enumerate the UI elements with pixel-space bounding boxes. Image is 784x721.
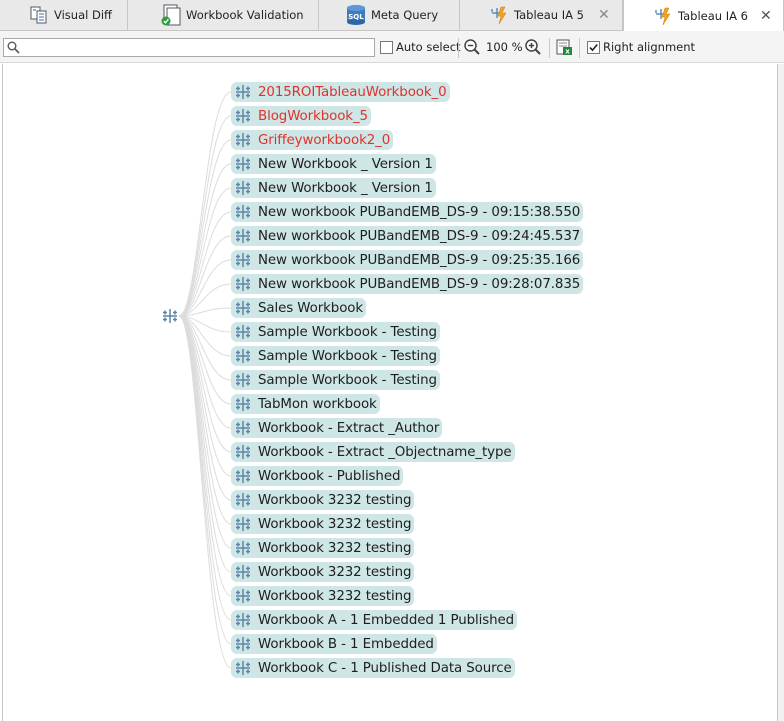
workbook-node-label: Workbook B - 1 Embedded xyxy=(258,636,434,652)
workbook-node-label: Workbook C - 1 Published Data Source xyxy=(258,660,512,676)
workbook-node[interactable]: Workbook 3232 testing xyxy=(231,490,415,510)
workbook-node[interactable]: Sample Workbook - Testing xyxy=(231,322,440,342)
workbook-node-label: 2015ROITableauWorkbook_0 xyxy=(258,84,447,100)
tableau-node-icon xyxy=(234,83,252,101)
workbook-node[interactable]: Sample Workbook - Testing xyxy=(231,346,440,366)
workbook-node-label: New Workbook _ Version 1 xyxy=(258,156,433,172)
workbook-node-label: Sample Workbook - Testing xyxy=(258,324,437,340)
workbook-node[interactable]: New Workbook _ Version 1 xyxy=(231,154,436,174)
workbook-node[interactable]: Workbook 3232 testing xyxy=(231,538,415,558)
tableau-node-icon xyxy=(234,491,252,509)
workbook-node-label: Workbook 3232 testing xyxy=(258,540,412,556)
workbook-node[interactable]: New workbook PUBandEMB_DS-9 - 09:25:35.1… xyxy=(231,250,584,270)
tableau-node-icon xyxy=(234,347,252,365)
tableau-node-icon xyxy=(234,299,252,317)
workbook-node[interactable]: New workbook PUBandEMB_DS-9 - 09:24:45.5… xyxy=(231,226,584,246)
workbook-node[interactable]: New Workbook _ Version 1 xyxy=(231,178,436,198)
workbook-node[interactable]: Workbook A - 1 Embedded 1 Published xyxy=(231,610,518,630)
tableau-node-icon xyxy=(234,587,252,605)
tableau-node-icon xyxy=(234,251,252,269)
workbook-node-label: Sample Workbook - Testing xyxy=(258,372,437,388)
tableau-node-icon xyxy=(234,203,252,221)
tableau-node-icon xyxy=(234,635,252,653)
workbook-node-label: Workbook - Published xyxy=(258,468,401,484)
workbook-node[interactable]: New workbook PUBandEMB_DS-9 - 09:28:07.8… xyxy=(231,274,584,294)
tableau-node-icon xyxy=(234,227,252,245)
workbook-node-label: Workbook A - 1 Embedded 1 Published xyxy=(258,612,515,628)
tableau-node-icon xyxy=(234,419,252,437)
tableau-node-icon xyxy=(234,467,252,485)
workbook-node-label: Workbook - Extract _Author xyxy=(258,420,440,436)
workbook-node[interactable]: Sample Workbook - Testing xyxy=(231,370,440,390)
tableau-node-icon xyxy=(234,563,252,581)
workbook-node[interactable]: Griffeyworkbook2_0 xyxy=(231,130,394,150)
workbook-node-label: BlogWorkbook_5 xyxy=(258,108,368,124)
tableau-node-icon xyxy=(234,539,252,557)
workbook-node[interactable]: Workbook B - 1 Embedded xyxy=(231,634,437,654)
workbook-node[interactable]: Workbook - Published xyxy=(231,466,404,486)
tableau-node-icon xyxy=(161,309,179,328)
workbook-node[interactable]: BlogWorkbook_5 xyxy=(231,106,371,126)
workbook-node[interactable]: Workbook C - 1 Published Data Source xyxy=(231,658,515,678)
tableau-node-icon xyxy=(234,179,252,197)
tableau-node-icon xyxy=(234,611,252,629)
workbook-node-label: New workbook PUBandEMB_DS-9 - 09:28:07.8… xyxy=(258,276,581,292)
tableau-node-icon xyxy=(234,395,252,413)
workbook-node[interactable]: Workbook 3232 testing xyxy=(231,586,415,606)
workbook-node-label: Workbook 3232 testing xyxy=(258,588,412,604)
workbook-node-label: Workbook 3232 testing xyxy=(258,516,412,532)
tableau-node-icon xyxy=(234,275,252,293)
workbook-node[interactable]: Sales Workbook xyxy=(231,298,367,318)
workbook-node-label: Workbook 3232 testing xyxy=(258,564,412,580)
workbook-node-label: Workbook 3232 testing xyxy=(258,492,412,508)
workbook-node[interactable]: New workbook PUBandEMB_DS-9 - 09:15:38.5… xyxy=(231,202,584,222)
workbook-node[interactable]: Workbook - Extract _Author xyxy=(231,418,443,438)
workbook-node-label: New workbook PUBandEMB_DS-9 - 09:25:35.1… xyxy=(258,252,581,268)
workbook-node-label: Griffeyworkbook2_0 xyxy=(258,132,391,148)
workbook-node-label: Workbook - Extract _Objectname_type xyxy=(258,444,512,460)
workbook-node[interactable]: Workbook 3232 testing xyxy=(231,562,415,582)
tableau-node-icon xyxy=(234,107,252,125)
tableau-node-icon xyxy=(234,659,252,677)
workbook-node[interactable]: 2015ROITableauWorkbook_0 xyxy=(231,82,450,102)
workbook-node-label: TabMon workbook xyxy=(258,396,377,412)
tableau-node-icon xyxy=(234,443,252,461)
workbook-node-label: New Workbook _ Version 1 xyxy=(258,180,433,196)
tree-root-node[interactable] xyxy=(161,307,179,325)
tableau-node-icon xyxy=(234,155,252,173)
tableau-node-icon xyxy=(234,323,252,341)
tableau-node-icon xyxy=(234,515,252,533)
workbook-node[interactable]: TabMon workbook xyxy=(231,394,380,414)
workbook-node-label: Sample Workbook - Testing xyxy=(258,348,437,364)
workbook-node-label: Sales Workbook xyxy=(258,300,364,316)
workbook-node[interactable]: Workbook - Extract _Objectname_type xyxy=(231,442,515,462)
tableau-node-icon xyxy=(234,131,252,149)
workbook-node-label: New workbook PUBandEMB_DS-9 - 09:24:45.5… xyxy=(258,228,581,244)
workbook-node[interactable]: Workbook 3232 testing xyxy=(231,514,415,534)
tableau-node-icon xyxy=(234,371,252,389)
workbook-node-label: New workbook PUBandEMB_DS-9 - 09:15:38.5… xyxy=(258,204,581,220)
